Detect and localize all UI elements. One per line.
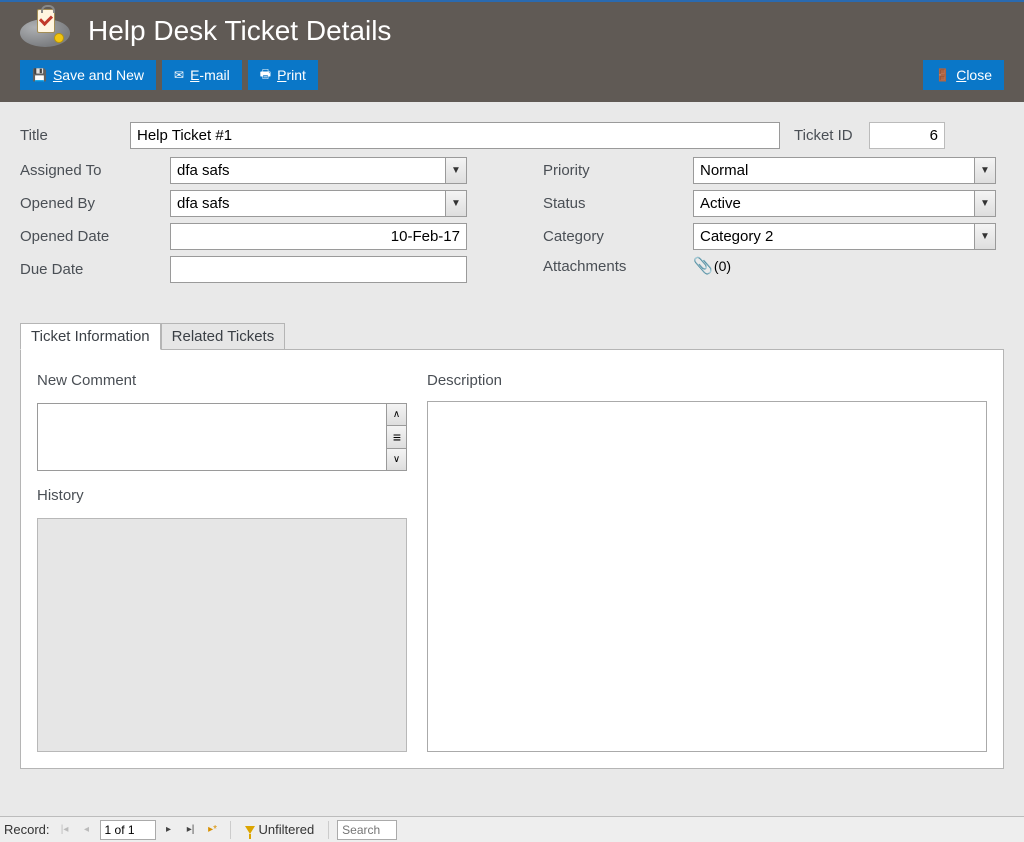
label-title: Title bbox=[20, 127, 130, 144]
close-button[interactable]: 🚪 Close bbox=[923, 60, 1004, 90]
ticket-id-value: 6 bbox=[869, 122, 945, 149]
label-history: History bbox=[37, 487, 407, 504]
prev-record-icon[interactable]: ◂ bbox=[78, 821, 96, 839]
record-position-input[interactable] bbox=[100, 820, 156, 840]
door-icon: 🚪 bbox=[935, 68, 950, 82]
label-category: Category bbox=[543, 228, 693, 245]
status-combo[interactable] bbox=[693, 190, 974, 217]
tab-container: Ticket Information Related Tickets New C… bbox=[20, 349, 1004, 769]
description-box[interactable] bbox=[427, 401, 987, 752]
record-nav-bar: Record: |◂ ◂ ▸ ▸| ▸* Unfiltered bbox=[0, 816, 1024, 842]
comment-scroll: ∧ ≡ ∨ bbox=[386, 404, 406, 470]
filter-button[interactable]: Unfiltered bbox=[239, 822, 321, 837]
tab-related-tickets[interactable]: Related Tickets bbox=[161, 323, 286, 350]
scroll-grip-icon[interactable]: ≡ bbox=[387, 426, 406, 448]
label-assigned-to: Assigned To bbox=[20, 162, 170, 179]
due-date-input[interactable] bbox=[170, 256, 467, 283]
chevron-down-icon[interactable]: ▼ bbox=[974, 157, 996, 184]
scroll-up-icon[interactable]: ∧ bbox=[387, 404, 406, 426]
new-comment-box: ∧ ≡ ∨ bbox=[37, 403, 407, 471]
app-icon bbox=[20, 11, 70, 51]
record-search-input[interactable] bbox=[337, 820, 397, 840]
chevron-down-icon[interactable]: ▼ bbox=[445, 190, 467, 217]
record-label: Record: bbox=[4, 822, 50, 837]
form: Title Ticket ID 6 Assigned To ▼ Opened B… bbox=[0, 102, 1024, 299]
print-button[interactable]: 🖶 Print bbox=[248, 60, 318, 90]
category-combo[interactable] bbox=[693, 223, 974, 250]
label-new-comment: New Comment bbox=[37, 372, 407, 389]
chevron-down-icon[interactable]: ▼ bbox=[445, 157, 467, 184]
paperclip-icon: 📎 bbox=[693, 258, 713, 275]
last-record-icon[interactable]: ▸| bbox=[182, 821, 200, 839]
history-box bbox=[37, 518, 407, 752]
print-icon: 🖶 bbox=[260, 65, 271, 86]
new-record-icon[interactable]: ▸* bbox=[204, 821, 222, 839]
label-attachments: Attachments bbox=[543, 258, 693, 275]
opened-date-input[interactable] bbox=[170, 223, 467, 250]
page-title: Help Desk Ticket Details bbox=[88, 15, 391, 47]
email-button[interactable]: ✉ E-mail bbox=[162, 60, 242, 90]
header: Help Desk Ticket Details 💾 Save and New … bbox=[0, 2, 1024, 102]
next-record-icon[interactable]: ▸ bbox=[160, 821, 178, 839]
first-record-icon[interactable]: |◂ bbox=[56, 821, 74, 839]
label-due-date: Due Date bbox=[20, 261, 170, 278]
save-icon: 💾 bbox=[32, 68, 47, 82]
save-and-new-button[interactable]: 💾 Save and New bbox=[20, 60, 156, 90]
new-comment-input[interactable] bbox=[38, 404, 386, 470]
toolbar: 💾 Save and New ✉ E-mail 🖶 Print 🚪 Close bbox=[20, 60, 1024, 90]
label-opened-by: Opened By bbox=[20, 195, 170, 212]
attachments-value[interactable]: 📎(0) bbox=[693, 256, 731, 276]
title-input[interactable] bbox=[130, 122, 780, 149]
assigned-to-combo[interactable] bbox=[170, 157, 445, 184]
chevron-down-icon[interactable]: ▼ bbox=[974, 223, 996, 250]
chevron-down-icon[interactable]: ▼ bbox=[974, 190, 996, 217]
label-ticket-id: Ticket ID bbox=[794, 127, 869, 144]
label-priority: Priority bbox=[543, 162, 693, 179]
label-description: Description bbox=[427, 372, 987, 389]
scroll-down-icon[interactable]: ∨ bbox=[387, 449, 406, 470]
label-status: Status bbox=[543, 195, 693, 212]
funnel-icon bbox=[245, 826, 255, 834]
mail-icon: ✉ bbox=[174, 68, 184, 82]
opened-by-combo[interactable] bbox=[170, 190, 445, 217]
tab-ticket-information[interactable]: Ticket Information bbox=[20, 323, 161, 350]
label-opened-date: Opened Date bbox=[20, 228, 170, 245]
priority-combo[interactable] bbox=[693, 157, 974, 184]
